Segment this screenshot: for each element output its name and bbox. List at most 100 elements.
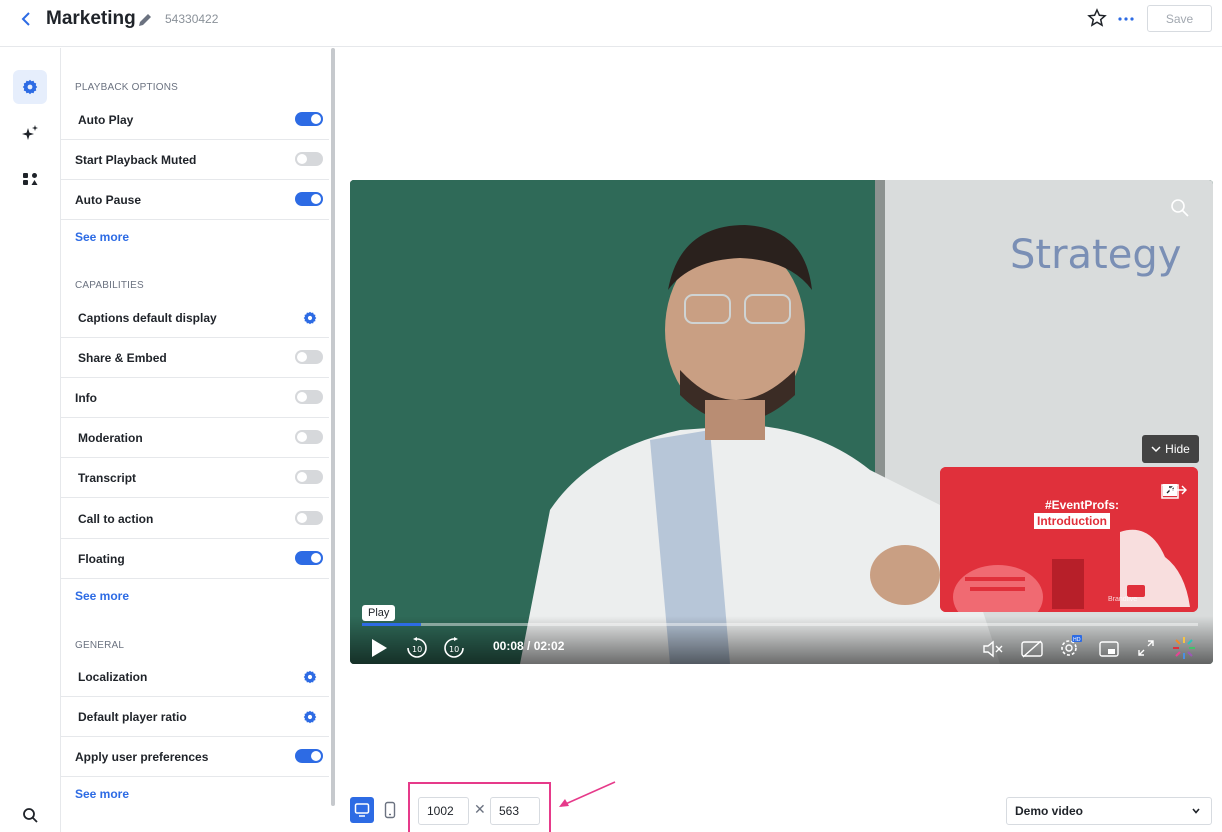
progress-fill [362,623,421,626]
save-button[interactable]: Save [1147,5,1212,32]
see-more-general[interactable]: See more [75,787,129,801]
brand-logo-icon [1173,637,1195,659]
floating-brand: Brandlive [1108,596,1138,603]
section-title-capabilities: CAPABILITIES [75,280,144,291]
auto-pause-toggle[interactable] [295,192,323,206]
rail-search[interactable] [13,798,47,832]
hide-label: Hide [1165,442,1190,456]
demo-select-value: Demo video [1015,804,1084,818]
setting-label: Start Playback Muted [75,152,197,167]
swap-arrows-icon[interactable] [1169,484,1187,496]
captions-gear-icon[interactable] [303,311,317,325]
top-bar: Marketing 54330422 Save [0,0,1222,47]
desktop-icon [354,803,370,817]
setting-label: Default player ratio [78,709,187,724]
fullscreen-icon[interactable] [1136,638,1156,658]
floating-video-card[interactable]: #EventProfs: Introduction Brandlive [940,467,1198,612]
localization-gear-icon[interactable] [303,670,317,684]
svg-text:HD: HD [1073,637,1081,643]
captions-off-icon[interactable] [1020,639,1044,659]
section-title-playback: PLAYBACK OPTIONS [75,82,179,93]
rail-apps[interactable] [13,162,47,196]
setting-auto-pause: Auto Pause [61,180,329,220]
page-title: Marketing [46,8,136,29]
setting-label: Transcript [78,470,137,485]
setting-captions: Captions default display [61,298,329,338]
picture-in-picture-icon[interactable] [1098,640,1120,658]
setting-localization: Localization [61,657,329,697]
chevron-down-icon [1151,446,1161,453]
transcript-toggle[interactable] [295,470,323,484]
page-id: 54330422 [165,12,219,26]
mute-icon[interactable] [982,640,1004,658]
more-options-icon[interactable] [1117,8,1135,28]
floating-toggle[interactable] [295,551,323,565]
chevron-down-icon [1192,808,1200,814]
mobile-icon [384,801,396,819]
svg-text:10: 10 [412,645,422,654]
edit-pencil-icon[interactable] [137,12,153,28]
info-toggle[interactable] [295,390,323,404]
forward-10-icon[interactable]: 10 [442,636,466,660]
auto-play-toggle[interactable] [295,112,323,126]
settings-panel: PLAYBACK OPTIONS Auto Play Start Playbac… [61,48,333,832]
apps-icon [23,173,38,185]
annotation-arrow-icon [559,781,616,807]
rail-ai[interactable] [13,116,47,150]
panel-scrollbar[interactable] [331,48,335,806]
setting-moderation: Moderation [61,418,329,458]
see-more-capabilities[interactable]: See more [75,589,129,603]
setting-start-muted: Start Playback Muted [61,140,329,180]
setting-label: Auto Play [78,112,134,127]
setting-floating: Floating [61,539,329,579]
whiteboard-text: Strategy [1010,232,1181,278]
width-input[interactable]: 1002 [418,797,469,825]
quality-settings-icon[interactable]: HD [1058,635,1082,659]
apply-user-preferences-toggle[interactable] [295,749,323,763]
sparkle-icon [22,125,38,140]
mobile-view-button[interactable] [378,797,402,823]
floating-hashtag: #EventProfs: [1045,498,1120,512]
svg-text:10: 10 [449,645,459,654]
height-input[interactable]: 563 [490,797,540,825]
floating-video-artwork [940,467,1198,612]
setting-auto-play: Auto Play [61,100,329,140]
setting-call-to-action: Call to action [61,499,329,539]
start-muted-toggle[interactable] [295,152,323,166]
setting-label: Apply user preferences [75,749,209,764]
setting-label: Localization [78,669,148,684]
play-tooltip: Play [362,605,396,621]
setting-default-player-ratio: Default player ratio [61,697,329,737]
setting-label: Floating [78,551,125,566]
setting-label: Call to action [78,511,154,526]
play-icon[interactable] [370,638,388,658]
share-embed-toggle[interactable] [295,350,323,364]
setting-transcript: Transcript [61,458,329,498]
setting-label: Info [75,390,97,405]
progress-bar[interactable] [362,623,1198,626]
gear-icon [22,79,38,95]
section-title-general: GENERAL [75,640,125,651]
zoom-icon[interactable] [1170,198,1190,218]
setting-label: Auto Pause [75,192,142,207]
star-icon[interactable] [1087,8,1107,28]
setting-apply-user-preferences: Apply user preferences [61,737,329,777]
setting-share-embed: Share & Embed [61,338,329,378]
search-icon [23,808,38,823]
setting-label: Moderation [78,430,143,445]
rail-settings[interactable] [13,70,47,104]
back-chevron-icon[interactable] [18,9,34,29]
setting-label: Share & Embed [78,350,167,365]
rewind-10-icon[interactable]: 10 [405,636,429,660]
icon-rail [0,48,61,832]
player-ratio-gear-icon[interactable] [303,710,317,724]
call-to-action-toggle[interactable] [295,511,323,525]
floating-title: Introduction [1034,513,1110,529]
desktop-view-button[interactable] [350,797,374,823]
video-player[interactable]: Strategy Hide #EventProfs: Introduction … [350,180,1213,664]
demo-video-select[interactable]: Demo video [1006,797,1212,825]
hide-floating-button[interactable]: Hide [1142,435,1199,463]
see-more-playback[interactable]: See more [75,230,129,244]
times-symbol: ✕ [474,801,486,817]
moderation-toggle[interactable] [295,430,323,444]
